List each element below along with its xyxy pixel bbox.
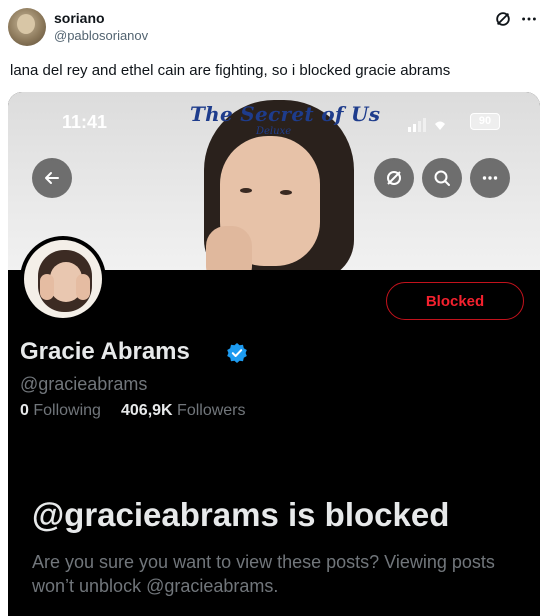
following-label: Following [33,402,101,419]
following-count[interactable]: 0 Following [20,402,101,420]
search-button[interactable] [422,158,462,198]
blocked-button[interactable]: Blocked [386,282,524,320]
back-button[interactable] [32,158,72,198]
grok-button[interactable] [374,158,414,198]
more-icon [482,176,498,180]
more-icon[interactable] [520,10,538,28]
followers-label: Followers [177,402,246,419]
search-icon [434,170,450,186]
battery-indicator: 90 [470,113,500,130]
blocked-notice-title: @gracieabrams is blocked [32,496,450,533]
followers-count[interactable]: 406,9K Followers [121,402,246,420]
status-time: 11:41 [62,112,108,132]
more-button[interactable] [470,158,510,198]
tweet-text: lana del rey and ethel cain are fighting… [10,62,451,79]
verified-badge-icon [227,343,247,363]
following-number: 0 [20,402,29,419]
profile-avatar[interactable] [20,236,106,322]
signal-wifi-icon [408,118,445,132]
blocked-notice-description: Are you sure you want to view these post… [32,552,495,596]
profile-name: Gracie Abrams [20,338,190,365]
user-handle[interactable]: @pablosorianov [54,28,148,43]
album-subtitle: Deluxe [256,126,292,137]
grok-icon [387,171,401,185]
avatar[interactable] [8,8,46,46]
album-title: The Secret of Us [190,102,381,126]
profile-handle: @gracieabrams [20,374,148,394]
arrow-left-icon [45,172,59,184]
grok-icon[interactable] [494,10,512,28]
profile-screenshot: 11:41 The Secret of Us Deluxe 90 Blocked… [8,92,540,616]
tweet-header: soriano @pablosorianov [0,0,548,58]
display-name[interactable]: soriano [54,10,105,26]
followers-number: 406,9K [121,402,173,419]
